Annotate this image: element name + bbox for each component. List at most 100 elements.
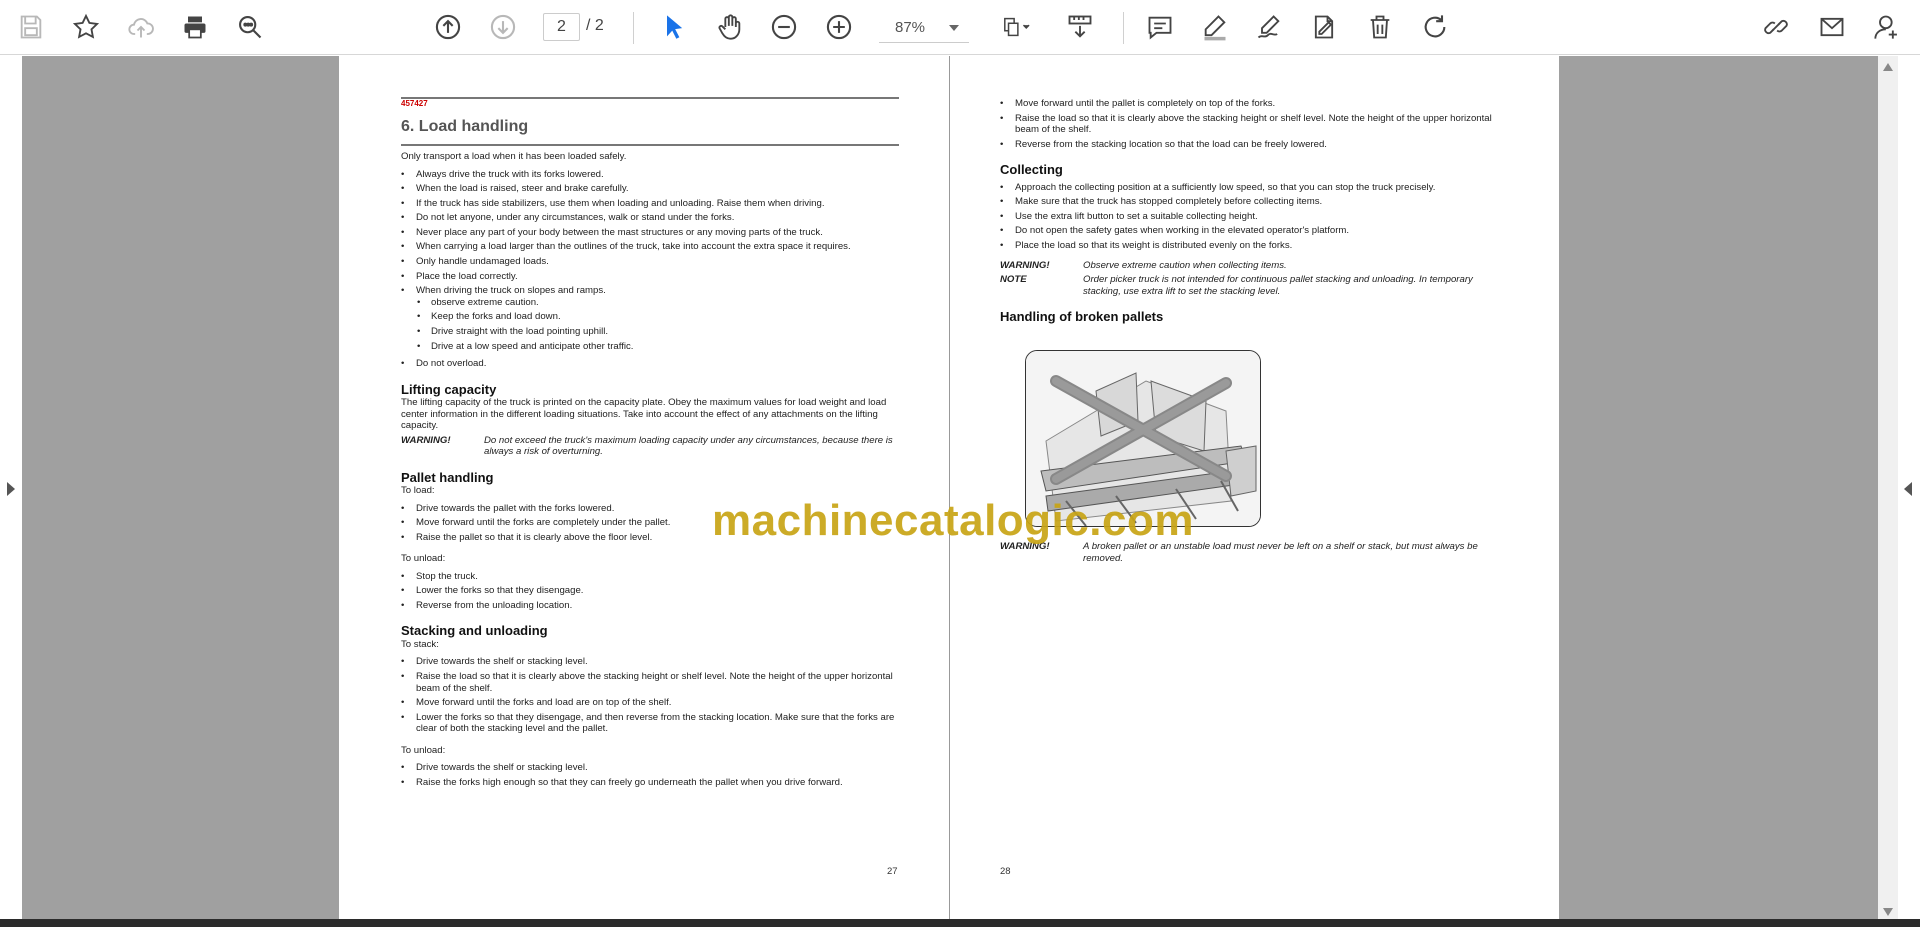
list-item: Raise the forks high enough so that they… (401, 777, 899, 789)
rotate-button[interactable] (1416, 8, 1454, 46)
scroll-up-icon[interactable] (1883, 63, 1893, 71)
toolbar-divider (1123, 12, 1124, 44)
hand-icon (718, 14, 741, 40)
right-panel-toggle-icon[interactable] (1904, 482, 1912, 496)
link-icon (1764, 19, 1788, 35)
mail-icon (1820, 17, 1844, 37)
taskbar-strip (0, 919, 1920, 927)
page-up-icon (435, 14, 461, 40)
zoom-out-button[interactable] (765, 8, 803, 46)
fill-sign-icon (1314, 15, 1334, 39)
zoom-in-icon (826, 14, 852, 40)
vertical-scrollbar[interactable] (1878, 56, 1898, 921)
list-item: Raise the load so that it is clearly abo… (1000, 113, 1498, 136)
list-item: Drive towards the shelf or stacking leve… (401, 656, 899, 668)
list-item: Place the load correctly. (401, 271, 899, 283)
list-item: Do not open the safety gates when workin… (1000, 225, 1498, 237)
share-link-button[interactable] (1757, 8, 1795, 46)
zoom-select[interactable]: 87% (879, 13, 969, 43)
warning-label: WARNING! (401, 434, 451, 446)
print-icon (184, 16, 206, 39)
select-cursor-icon (667, 15, 683, 39)
list-item: Make sure that the truck has stopped com… (1000, 196, 1498, 208)
page-fit-icon (1004, 17, 1030, 37)
draw-button[interactable] (1250, 8, 1288, 46)
list-item: Never place any part of your body betwee… (401, 227, 899, 239)
list-item: Keep the forks and load down. (401, 311, 899, 323)
page-total: / 2 (586, 17, 604, 34)
intro-text: Only transport a load when it has been l… (401, 151, 627, 162)
list-item: Lower the forks so that they disengage, … (401, 712, 899, 735)
hand-tool-button[interactable] (711, 8, 749, 46)
delete-button[interactable] (1361, 8, 1399, 46)
list-item: Only handle undamaged loads. (401, 256, 899, 268)
print-button[interactable] (176, 8, 214, 46)
steps-list: Stop the truck. Lower the forks so that … (401, 571, 899, 612)
list-item: Place the load so that its weight is dis… (1000, 240, 1498, 252)
left-panel-toggle-icon[interactable] (7, 482, 15, 496)
bookmark-star-icon (72, 13, 100, 39)
list-item: Use the extra lift button to set a suita… (1000, 211, 1498, 223)
comment-button[interactable] (1141, 8, 1179, 46)
find-button[interactable] (231, 8, 269, 46)
upload-cloud-icon (128, 18, 154, 38)
delete-icon (1370, 15, 1390, 39)
list-item: When the load is raised, steer and brake… (401, 183, 899, 195)
highlight-button[interactable] (1196, 8, 1234, 46)
list-item: Drive towards the shelf or stacking leve… (401, 762, 899, 774)
add-user-button[interactable] (1868, 8, 1906, 46)
section-heading: Pallet handling (401, 469, 494, 485)
add-user-icon (1874, 15, 1897, 39)
page-28: Move forward until the pallet is complet… (949, 56, 1559, 921)
section-heading: Handling of broken pallets (1000, 309, 1164, 325)
header-rule (401, 144, 899, 146)
page-fit-button[interactable] (992, 8, 1040, 46)
list-item: Raise the load so that it is clearly abo… (401, 671, 899, 694)
rotate-icon (1424, 15, 1446, 38)
draw-icon (1257, 15, 1280, 39)
bookmark-button[interactable] (67, 8, 105, 46)
list-item: Reverse from the unloading location. (401, 600, 899, 612)
chevron-down-icon (949, 25, 959, 31)
zoom-out-icon (771, 14, 797, 40)
previous-page-button[interactable] (429, 8, 467, 46)
fill-sign-button[interactable] (1305, 8, 1343, 46)
page-number-input[interactable]: 2 (543, 13, 580, 41)
scroll-mode-icon (1068, 15, 1092, 38)
note-text: Order picker truck is not intended for c… (1083, 274, 1473, 297)
paragraph: To unload: (401, 553, 446, 565)
page-title: 6. Load handling (401, 118, 529, 135)
warning-label: WARNING! (1000, 259, 1050, 271)
zoom-value: 87% (895, 19, 926, 36)
steps-list: Drive towards the shelf or stacking leve… (401, 656, 899, 734)
list-item: Reverse from the stacking location so th… (1000, 139, 1498, 151)
list-item: Approach the collecting position at a su… (1000, 182, 1498, 194)
page-28-body: Move forward until the pallet is complet… (1000, 98, 1498, 325)
save-button[interactable] (12, 8, 50, 46)
email-button[interactable] (1813, 8, 1851, 46)
paragraph: The lifting capacity of the truck is pri… (401, 397, 887, 432)
zoom-in-button[interactable] (820, 8, 858, 46)
list-item: Move forward until the forks and load ar… (401, 697, 899, 709)
list-item: Do not overload. (401, 358, 899, 370)
toolbar: 2 / 2 87% (0, 0, 1920, 55)
scroll-mode-button[interactable] (1061, 8, 1099, 46)
page-down-icon (490, 14, 516, 40)
select-tool-button[interactable] (655, 8, 693, 46)
list-item: When driving the truck on slopes and ram… (401, 285, 899, 297)
toolbar-divider (633, 12, 634, 44)
steps-list: Move forward until the pallet is complet… (1000, 98, 1498, 150)
next-page-button[interactable] (484, 8, 522, 46)
section-heading: Stacking and unloading (401, 623, 548, 639)
paragraph: To unload: (401, 744, 446, 756)
upload-button[interactable] (122, 8, 160, 46)
paragraph: To stack: (401, 638, 439, 650)
list-item: Drive straight with the load pointing up… (401, 326, 899, 338)
note: NOTE Order picker truck is not intended … (1000, 274, 1498, 297)
warning: WARNING! Observe extreme caution when co… (1000, 260, 1498, 272)
note-label: NOTE (1000, 274, 1027, 286)
viewer-background: 457427 6. Load handling Only transport a… (22, 56, 1882, 921)
warning-text: Do not exceed the truck's maximum loadin… (484, 434, 893, 458)
save-icon (20, 15, 42, 39)
scroll-down-icon[interactable] (1883, 908, 1893, 916)
